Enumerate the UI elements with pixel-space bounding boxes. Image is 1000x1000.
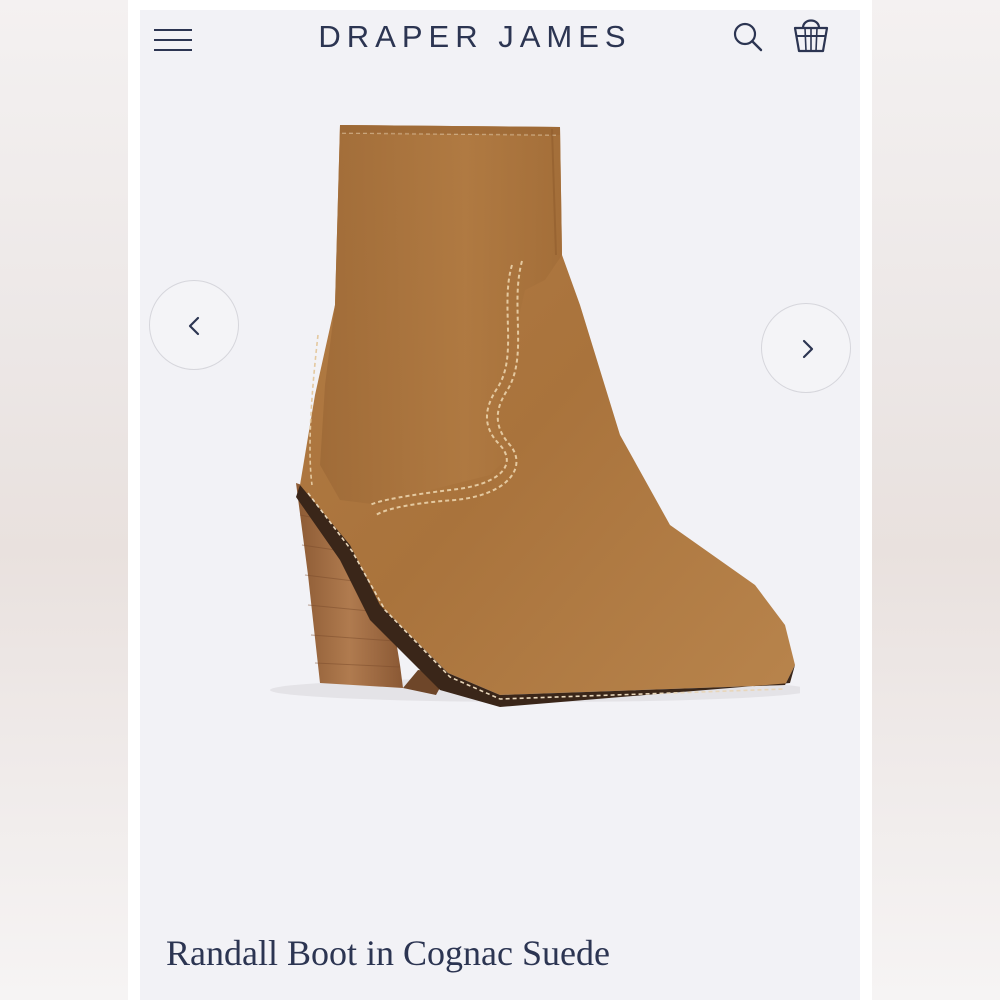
chevron-left-icon (188, 316, 200, 336)
product-page: DRAPER JAMES Randall Boot in Cognac Sued… (140, 10, 860, 1000)
site-header: DRAPER JAMES (140, 10, 860, 68)
backdrop: DRAPER JAMES Randall Boot in Cognac Sued… (0, 0, 1000, 1000)
search-icon[interactable] (730, 18, 768, 56)
hamburger-menu-icon[interactable] (154, 27, 192, 55)
shopping-bag-icon[interactable] (790, 12, 832, 58)
blurred-backdrop-left (0, 0, 140, 1000)
phone-frame: DRAPER JAMES Randall Boot in Cognac Sued… (128, 0, 872, 1000)
chevron-right-icon (802, 339, 814, 359)
next-image-button[interactable] (761, 303, 851, 393)
product-image-boot[interactable] (200, 105, 810, 725)
previous-image-button[interactable] (149, 280, 239, 370)
brand-logo[interactable]: DRAPER JAMES (270, 19, 680, 55)
product-title: Randall Boot in Cognac Suede (166, 933, 610, 973)
blurred-backdrop-right (860, 0, 1000, 1000)
